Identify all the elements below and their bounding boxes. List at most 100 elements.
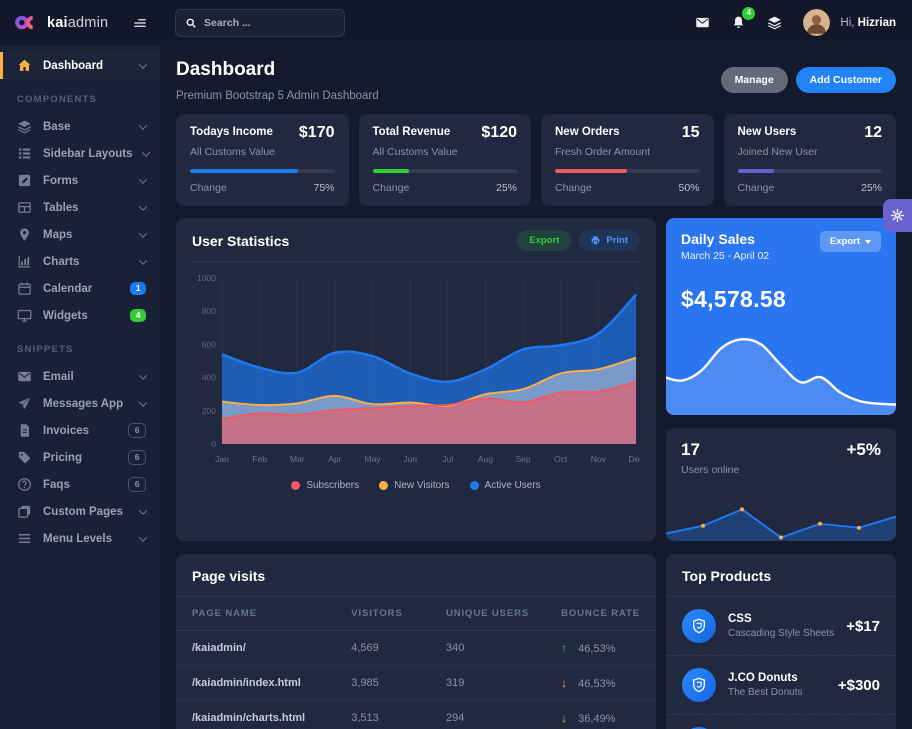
change-label: Change: [555, 182, 592, 194]
manage-button[interactable]: Manage: [721, 67, 788, 93]
sidebar-item-dashboard[interactable]: Dashboard: [0, 52, 160, 79]
sidebar-item-tables[interactable]: Tables: [0, 194, 160, 221]
user-statistics-chart: 02004006008001000JanFebMarAprMayJunJulAu…: [192, 266, 640, 478]
table-row[interactable]: /kaiadmin/4,569340↑ 46,53%: [176, 631, 656, 666]
sidebar-item-menu-levels[interactable]: Menu Levels: [0, 525, 160, 552]
sidebar-badge: 6: [128, 423, 146, 439]
notifications-button[interactable]: 4: [725, 10, 751, 36]
svg-text:0: 0: [211, 439, 216, 449]
sidebar-item-faqs[interactable]: Faqs6: [0, 471, 160, 498]
search-icon: [185, 17, 197, 29]
sidebar-item-forms[interactable]: Forms: [0, 167, 160, 194]
messages-button[interactable]: [689, 10, 715, 36]
brand[interactable]: kaiadmin: [0, 14, 160, 31]
chevron-down-icon: [139, 371, 147, 379]
pen-square-icon: [17, 173, 32, 188]
menu-icon: [17, 531, 32, 546]
quick-actions-button[interactable]: [761, 10, 787, 36]
sidebar-item-label: Calendar: [43, 283, 92, 295]
layers-icon: [17, 119, 32, 134]
list-icon: [17, 146, 32, 161]
progress-bar: [738, 169, 883, 173]
change-label: Change: [373, 182, 410, 194]
svg-text:Apr: Apr: [328, 454, 341, 464]
product-amount: +$300: [838, 677, 880, 694]
search-input[interactable]: [204, 17, 335, 29]
sidebar-item-sidebar-layouts[interactable]: Sidebar Layouts: [0, 140, 160, 167]
chart-bar-icon: [17, 254, 32, 269]
topbar-actions: 4 Hi, Hizrian: [681, 9, 912, 36]
printer-icon: [590, 235, 601, 246]
change-label: Change: [190, 182, 227, 194]
table-row[interactable]: /kaiadmin/charts.html3,513294↓ 36,49%: [176, 701, 656, 729]
sidebar-section-label: SNIPPETS: [0, 329, 160, 363]
search-box[interactable]: [175, 9, 345, 37]
cell-page-name: /kaiadmin/charts.html: [176, 701, 335, 729]
sidebar-item-email[interactable]: Email: [0, 363, 160, 390]
users-online-value: 17: [681, 440, 700, 460]
settings-button[interactable]: [883, 199, 912, 232]
top-products-title: Top Products: [666, 554, 896, 597]
sidebar-item-charts[interactable]: Charts: [0, 248, 160, 275]
product-row-j-co-donuts[interactable]: J.CO DonutsThe Best Donuts+$300: [666, 656, 896, 715]
svg-text:Jun: Jun: [403, 454, 417, 464]
product-name: CSS: [728, 613, 834, 625]
sidebar-toggle-icon[interactable]: [132, 16, 148, 30]
product-text: CSSCascading Style Sheets: [728, 613, 834, 639]
stat-value: $170: [299, 124, 335, 142]
stat-card-top: New Orders15: [555, 126, 700, 142]
sidebar-item-base[interactable]: Base: [0, 113, 160, 140]
progress-bar: [555, 169, 700, 173]
export-button[interactable]: Export: [517, 230, 571, 251]
page-visits-title: Page visits: [176, 554, 656, 597]
progress-fill: [190, 169, 298, 173]
legend-label: New Visitors: [394, 480, 449, 491]
stats-row: Todays Income $170 All Customs Value Change…: [176, 114, 896, 206]
svg-text:200: 200: [202, 406, 216, 416]
product-description: The Best Donuts: [728, 687, 802, 698]
svg-text:400: 400: [202, 373, 216, 383]
sidebar-item-widgets[interactable]: Widgets4: [0, 302, 160, 329]
add-customer-button[interactable]: Add Customer: [796, 67, 896, 93]
legend-label: Subscribers: [306, 480, 359, 491]
topbar: kaiadmin 4 Hi, Hizrian: [0, 0, 912, 45]
svg-text:Jan: Jan: [215, 454, 229, 464]
sidebar-item-calendar[interactable]: Calendar1: [0, 275, 160, 302]
stat-title: Total Revenue: [373, 126, 451, 138]
sidebar-item-pricing[interactable]: Pricing6: [0, 444, 160, 471]
chart-legend: SubscribersNew VisitorsActive Users: [192, 480, 640, 495]
cell-visitors: 3,513: [335, 701, 430, 729]
avatar[interactable]: [803, 9, 830, 36]
chevron-down-icon: [139, 533, 147, 541]
daily-sales-export-button[interactable]: Export: [820, 231, 881, 252]
stat-card-top: Todays Income $170: [190, 126, 335, 142]
sidebar-item-invoices[interactable]: Invoices6: [0, 417, 160, 444]
envelope-icon: [695, 15, 710, 30]
sidebar-badge: 6: [128, 450, 146, 466]
change-label: Change: [738, 182, 775, 194]
legend-dot: [291, 481, 300, 490]
product-row-ready-pro[interactable]: Ready Pro+$350: [666, 715, 896, 729]
stat-value: 12: [864, 124, 882, 142]
shield-icon: [691, 618, 707, 634]
sidebar-item-custom-pages[interactable]: Custom Pages: [0, 498, 160, 525]
svg-text:1000: 1000: [197, 273, 216, 283]
print-button[interactable]: Print: [578, 230, 640, 251]
progress-fill: [373, 169, 409, 173]
change-value: 50%: [678, 182, 699, 194]
page-visits-table: Page NameVisitorsUnique UsersBounce Rate…: [176, 597, 656, 729]
tag-icon: [17, 450, 32, 465]
stat-subtitle: All Customs Value: [190, 146, 335, 158]
calendar-icon: [17, 281, 32, 296]
daily-sales-chart: [666, 323, 896, 415]
sidebar-item-messages-app[interactable]: Messages App: [0, 390, 160, 417]
trend-down-icon: ↓: [561, 676, 575, 690]
table-row[interactable]: /kaiadmin/index.html3,985319↓ 46,53%: [176, 666, 656, 701]
user-greeting[interactable]: Hi, Hizrian: [840, 17, 896, 29]
product-row-css[interactable]: CSSCascading Style Sheets+$17: [666, 597, 896, 656]
stat-title: Todays Income: [190, 126, 273, 138]
sidebar-item-label: Maps: [43, 229, 72, 241]
cell-unique-users: 319: [430, 666, 545, 701]
paper-plane-icon: [17, 396, 32, 411]
sidebar-item-maps[interactable]: Maps: [0, 221, 160, 248]
